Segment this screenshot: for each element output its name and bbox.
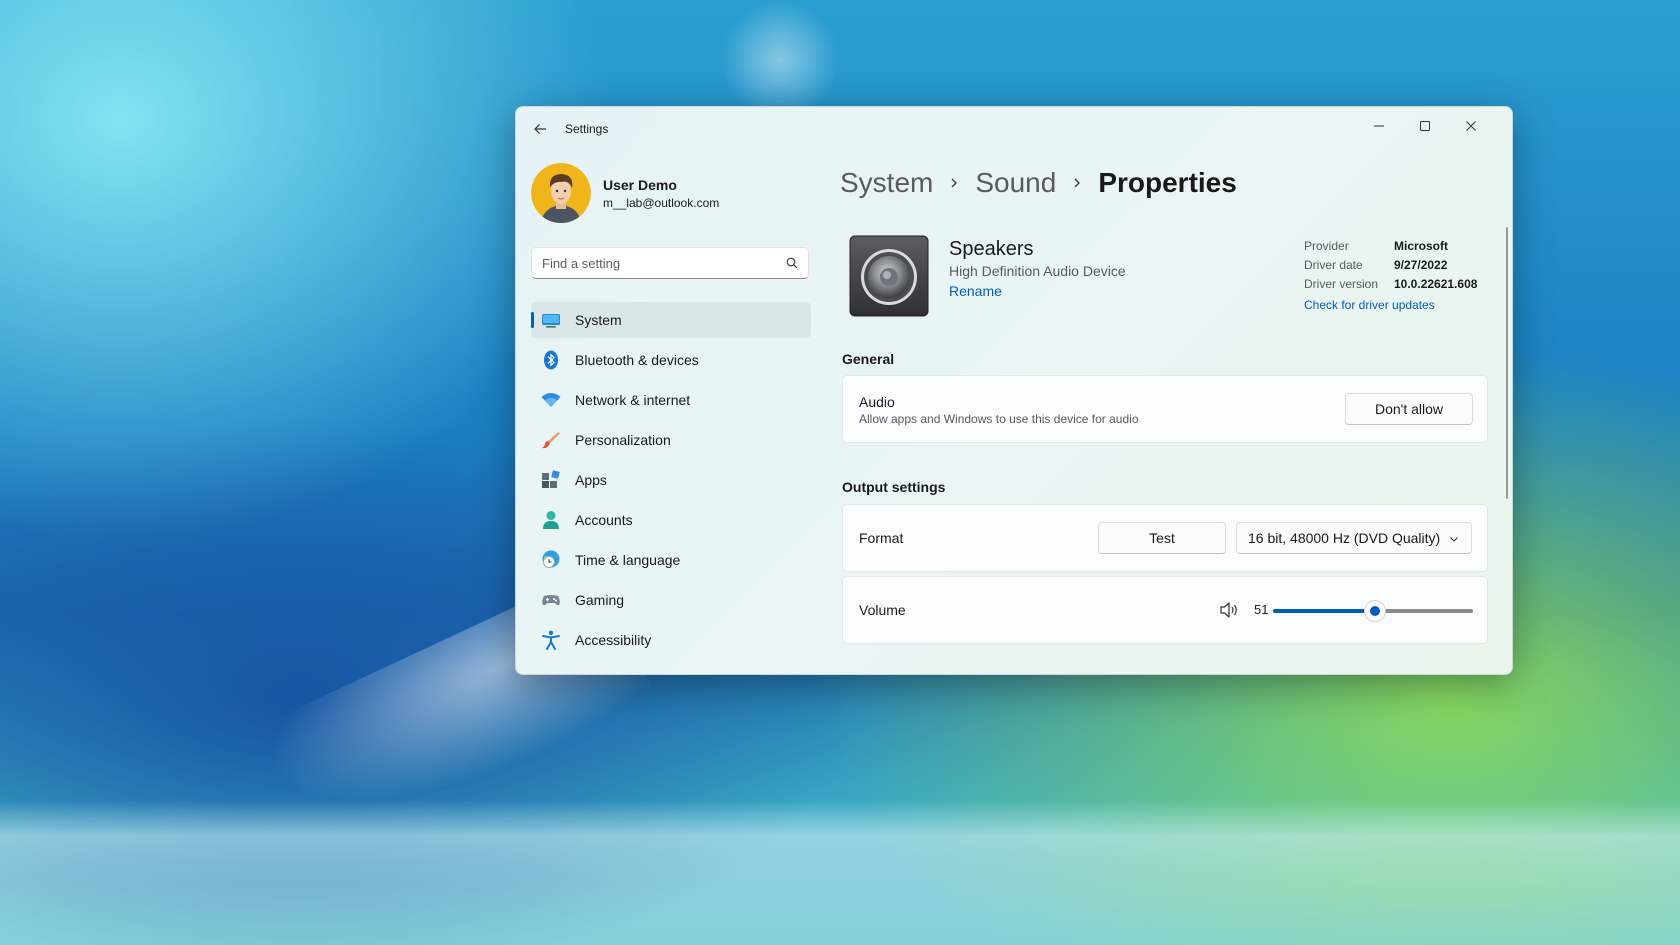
sidebar-item-apps[interactable]: Apps xyxy=(531,462,811,498)
rename-link[interactable]: Rename xyxy=(949,283,1002,299)
sidebar-item-label: Gaming xyxy=(575,592,625,608)
driver-value: 9/27/2022 xyxy=(1394,258,1448,272)
bluetooth-icon xyxy=(544,350,558,370)
chevron-down-icon xyxy=(1450,537,1458,542)
format-card: Format Test 16 bit, 48000 Hz (DVD Qualit… xyxy=(842,504,1488,572)
breadcrumb: System Sound Properties xyxy=(840,161,1237,205)
wifi-icon xyxy=(541,393,561,407)
minimize-button[interactable] xyxy=(1357,111,1401,141)
format-label: Format xyxy=(859,530,904,546)
page-title: Properties xyxy=(1098,167,1237,198)
title-bar: Settings xyxy=(516,107,1512,151)
sidebar-item-accessibility[interactable]: Accessibility xyxy=(531,622,811,658)
format-dropdown[interactable]: 16 bit, 48000 Hz (DVD Quality) xyxy=(1236,522,1472,554)
sidebar-item-label: Personalization xyxy=(575,432,671,448)
close-icon xyxy=(1466,121,1476,131)
breadcrumb-sound[interactable]: Sound xyxy=(975,167,1056,199)
audio-title: Audio xyxy=(859,394,895,410)
driver-row: Driver date 9/27/2022 xyxy=(1304,258,1504,277)
close-button[interactable] xyxy=(1449,111,1493,141)
volume-label: Volume xyxy=(859,602,906,618)
check-driver-updates-link[interactable]: Check for driver updates xyxy=(1304,298,1504,312)
dont-allow-button[interactable]: Don't allow xyxy=(1345,393,1473,425)
driver-value: Microsoft xyxy=(1394,239,1448,253)
driver-key: Driver version xyxy=(1304,277,1379,291)
scrollbar[interactable] xyxy=(1506,227,1508,499)
breadcrumb-system[interactable]: System xyxy=(840,167,933,199)
wallpaper-highlight xyxy=(720,0,840,120)
volume-slider[interactable] xyxy=(1273,601,1473,621)
sidebar-item-accounts[interactable]: Accounts xyxy=(531,502,811,538)
driver-row: Driver version 10.0.22621.608 xyxy=(1304,277,1504,296)
search-icon[interactable] xyxy=(786,257,798,269)
person-icon xyxy=(543,511,559,529)
sidebar-item-label: Apps xyxy=(575,472,607,488)
brush-icon xyxy=(542,432,560,449)
sidebar-item-bluetooth[interactable]: Bluetooth & devices xyxy=(531,342,811,378)
sidebar-item-label: Network & internet xyxy=(575,392,691,408)
driver-key: Provider xyxy=(1304,239,1349,253)
sidebar-nav: System Bluetooth & devices Network & int… xyxy=(531,302,811,662)
gamepad-icon xyxy=(542,595,560,606)
sidebar-item-personalization[interactable]: Personalization xyxy=(531,422,811,458)
apps-icon xyxy=(542,470,560,488)
chevron-right-icon xyxy=(1072,177,1082,189)
window-title: Settings xyxy=(565,122,609,136)
sidebar-item-label: Bluetooth & devices xyxy=(575,352,699,368)
system-icon xyxy=(542,314,560,328)
maximize-button[interactable] xyxy=(1403,111,1447,141)
active-indicator xyxy=(531,312,534,328)
sidebar-item-label: Time & language xyxy=(575,552,681,568)
device-name: Speakers xyxy=(949,238,1034,260)
output-section-title: Output settings xyxy=(842,479,946,495)
user-email: m__lab@outlook.com xyxy=(603,196,720,210)
slider-fill xyxy=(1273,609,1375,613)
audio-card: Audio Allow apps and Windows to use this… xyxy=(842,375,1488,443)
chevron-right-icon xyxy=(949,177,959,189)
volume-card: Volume 51 xyxy=(842,576,1488,644)
audio-description: Allow apps and Windows to use this devic… xyxy=(859,412,1139,426)
search-input[interactable]: Find a setting xyxy=(542,256,620,271)
sidebar-item-time-language[interactable]: Time & language xyxy=(531,542,811,578)
settings-window: Settings User Demo m__lab@outlook.com Fi… xyxy=(515,106,1513,675)
speaker-icon xyxy=(849,235,929,317)
driver-key: Driver date xyxy=(1304,258,1363,272)
globe-clock-icon xyxy=(542,550,560,568)
driver-row: Provider Microsoft xyxy=(1304,239,1504,258)
user-name: User Demo xyxy=(603,177,677,193)
sidebar-item-system[interactable]: System xyxy=(531,302,811,338)
sidebar-item-network[interactable]: Network & internet xyxy=(531,382,811,418)
avatar xyxy=(531,163,591,223)
slider-thumb[interactable] xyxy=(1365,601,1385,621)
general-section-title: General xyxy=(842,351,895,367)
driver-value: 10.0.22621.608 xyxy=(1394,277,1478,291)
driver-info: Provider Microsoft Driver date 9/27/2022… xyxy=(1304,239,1504,312)
minimize-icon xyxy=(1374,125,1384,127)
back-button[interactable] xyxy=(528,117,552,141)
volume-icon[interactable] xyxy=(1219,601,1239,619)
accessibility-icon xyxy=(542,630,560,650)
sidebar-item-label: Accessibility xyxy=(575,632,652,648)
back-arrow-icon xyxy=(534,124,546,134)
sidebar-item-gaming[interactable]: Gaming xyxy=(531,582,811,618)
test-button[interactable]: Test xyxy=(1098,522,1226,554)
sidebar-item-label: System xyxy=(575,312,622,328)
search-box[interactable]: Find a setting xyxy=(531,247,809,279)
volume-value: 51 xyxy=(1254,602,1269,617)
user-profile[interactable]: User Demo m__lab@outlook.com xyxy=(531,163,811,227)
device-subtitle: High Definition Audio Device xyxy=(949,263,1126,279)
avatar-image xyxy=(531,163,591,223)
maximize-icon xyxy=(1420,121,1430,131)
format-dropdown-value: 16 bit, 48000 Hz (DVD Quality) xyxy=(1248,530,1441,546)
sidebar-item-label: Accounts xyxy=(575,512,633,528)
